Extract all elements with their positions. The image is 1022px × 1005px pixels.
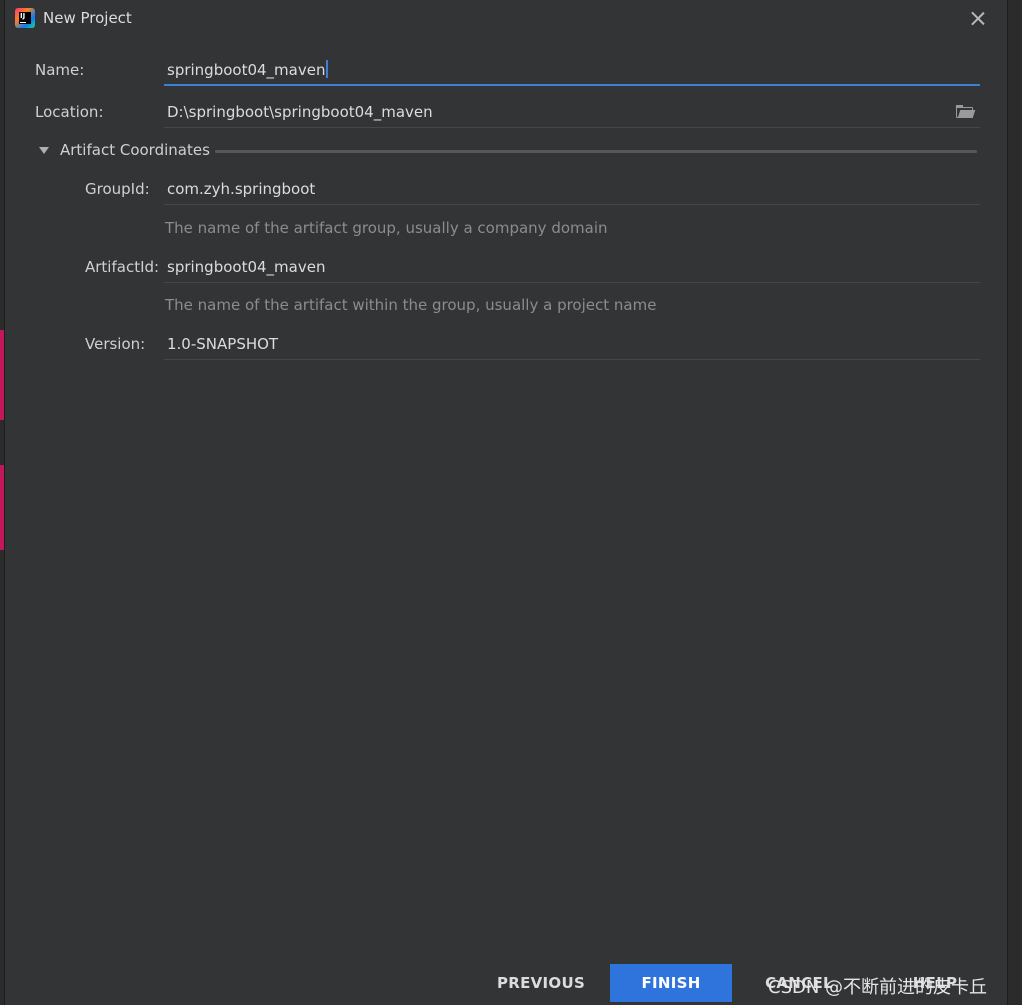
version-label: Version:: [85, 335, 146, 353]
close-icon[interactable]: [967, 8, 989, 30]
app-logo-icon: IJ: [15, 8, 35, 28]
background-ide-right: [1007, 0, 1022, 1005]
dialog-title: New Project: [43, 9, 132, 27]
name-label: Name:: [35, 61, 85, 79]
collapse-triangle-icon[interactable]: [39, 147, 49, 154]
previous-button[interactable]: PREVIOUS: [491, 964, 591, 1002]
artifactid-input[interactable]: springboot04_maven: [164, 253, 980, 283]
location-input-value: D:\springboot\springboot04_maven: [167, 103, 433, 121]
name-input[interactable]: springboot04_maven: [164, 56, 980, 86]
section-divider: [215, 150, 977, 153]
text-caret: [326, 60, 329, 78]
version-input-value: 1.0-SNAPSHOT: [167, 335, 279, 353]
finish-button[interactable]: FINISH: [610, 964, 732, 1002]
artifact-coordinates-toggle[interactable]: Artifact Coordinates: [60, 141, 210, 159]
groupid-hint: The name of the artifact group, usually …: [165, 219, 608, 237]
groupid-label: GroupId:: [85, 180, 150, 198]
name-input-value: springboot04_maven: [167, 61, 326, 79]
watermark: CSDN @不断前进的皮卡丘: [768, 977, 988, 998]
artifactid-label: ArtifactId:: [85, 258, 160, 276]
location-input[interactable]: D:\springboot\springboot04_maven: [164, 98, 980, 128]
groupid-input[interactable]: com.zyh.springboot: [164, 175, 980, 205]
groupid-input-value: com.zyh.springboot: [167, 180, 316, 198]
new-project-dialog: IJ New Project Name: springboot04_maven …: [5, 0, 1007, 1005]
artifactid-hint: The name of the artifact within the grou…: [165, 296, 657, 314]
folder-icon[interactable]: [956, 105, 976, 118]
title-bar: IJ New Project: [5, 0, 1007, 36]
version-input[interactable]: 1.0-SNAPSHOT: [164, 330, 980, 360]
location-label: Location:: [35, 103, 104, 121]
artifactid-input-value: springboot04_maven: [167, 258, 326, 276]
